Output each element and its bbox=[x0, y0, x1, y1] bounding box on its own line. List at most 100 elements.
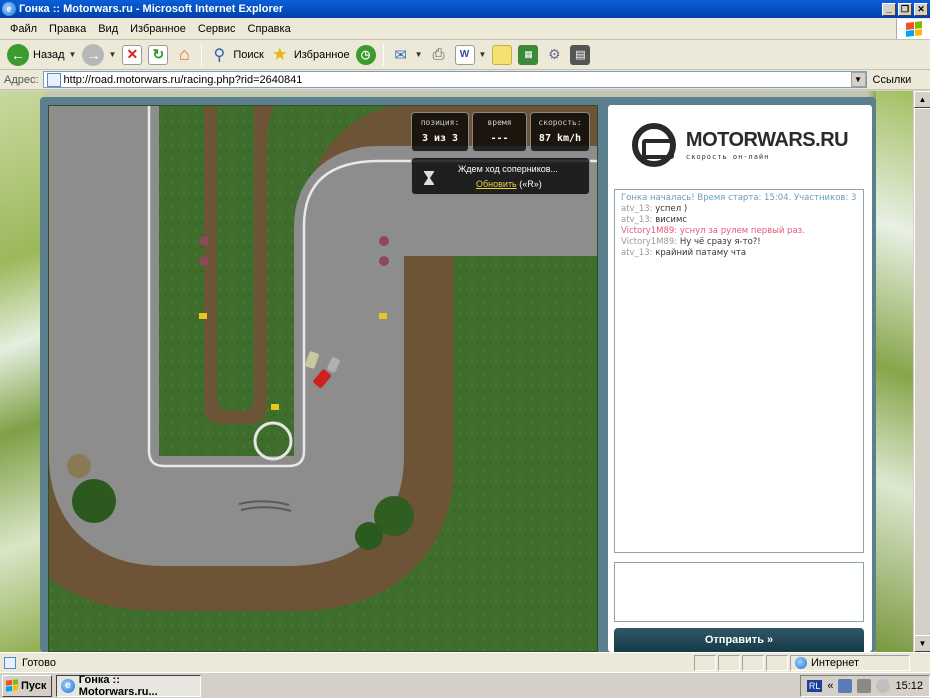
chat-nick[interactable]: Victory1M89: bbox=[621, 226, 677, 236]
page-content: позиция: 3 из 3 время --- скорость: 87 k… bbox=[0, 91, 913, 652]
internet-globe-icon bbox=[795, 656, 807, 669]
tools-button[interactable]: ▤ bbox=[567, 42, 593, 68]
forward-button[interactable]: → ▼ bbox=[79, 42, 119, 68]
waiting-text: Ждем ход соперников... bbox=[458, 164, 559, 174]
chat-message: atv_13: крайний патаму чта bbox=[621, 248, 857, 259]
chat-text: уснул за рулем первый раз. bbox=[679, 226, 805, 236]
home-button[interactable]: ⌂ bbox=[171, 42, 197, 68]
edit-button[interactable]: W ▼ bbox=[452, 42, 490, 68]
favorites-label: Избранное bbox=[293, 48, 350, 61]
menu-tools[interactable]: Сервис bbox=[192, 23, 242, 35]
left-decoration bbox=[0, 91, 44, 652]
scroll-down-icon[interactable]: ▼ bbox=[914, 635, 930, 652]
stop-icon: ✕ bbox=[122, 44, 143, 65]
history-button[interactable]: ◷ bbox=[353, 42, 379, 68]
chat-nick[interactable]: atv_13: bbox=[621, 248, 653, 258]
vertical-scrollbar[interactable]: ▲ ▼ bbox=[913, 91, 930, 652]
tray-app-icon[interactable] bbox=[876, 678, 891, 693]
history-icon: ◷ bbox=[355, 44, 376, 65]
messenger-button[interactable]: ▦ bbox=[515, 42, 541, 68]
address-field[interactable]: http://road.motorwars.ru/racing.php?rid=… bbox=[42, 71, 867, 88]
start-windows-icon bbox=[6, 679, 18, 692]
motorwars-logo-icon bbox=[631, 123, 676, 167]
links-button[interactable]: Ссылки bbox=[873, 74, 912, 86]
menu-favorites[interactable]: Избранное bbox=[124, 23, 192, 35]
restore-button[interactable]: ❐ bbox=[898, 2, 912, 16]
notes-button[interactable] bbox=[489, 42, 515, 68]
start-button[interactable]: Пуск bbox=[2, 674, 52, 697]
chat-nick[interactable]: Victory1M89: bbox=[621, 237, 677, 247]
logo-name: MOTORWARS.RU bbox=[685, 129, 849, 151]
forward-dropdown-icon[interactable]: ▼ bbox=[108, 50, 116, 59]
tray-expand-icon[interactable]: « bbox=[827, 680, 833, 692]
status-cell bbox=[694, 654, 716, 671]
favorites-button[interactable]: ★ Избранное bbox=[267, 42, 353, 68]
tools-icon: ▤ bbox=[570, 44, 591, 65]
taskbar-ie-window[interactable]: e Гонка :: Motorwars.ru... bbox=[56, 673, 201, 698]
clock: 15:12 bbox=[895, 679, 923, 692]
zone-label: Интернет bbox=[811, 656, 859, 669]
motorwars-logo[interactable]: MOTORWARS.RU скорость он-лайн bbox=[608, 105, 872, 185]
ie-taskbar-icon: e bbox=[61, 678, 75, 693]
hud-position-label: позиция: bbox=[420, 118, 460, 127]
logo-tagline: скорость он-лайн bbox=[685, 153, 770, 161]
back-dropdown-icon[interactable]: ▼ bbox=[69, 50, 77, 59]
chat-panel: MOTORWARS.RU скорость он-лайн Гонка нача… bbox=[608, 105, 872, 652]
toolbar-separator bbox=[201, 43, 203, 66]
mail-dropdown-icon[interactable]: ▼ bbox=[415, 50, 423, 59]
refresh-link[interactable]: Обновить bbox=[476, 179, 517, 189]
send-button[interactable]: Отправить » bbox=[614, 628, 864, 652]
menu-view[interactable]: Вид bbox=[92, 23, 124, 35]
chat-nick[interactable]: atv_13: bbox=[621, 204, 653, 214]
waiting-panel: Ждем ход соперников... Обновить («R») bbox=[411, 157, 590, 195]
menu-file[interactable]: Файл bbox=[4, 23, 43, 35]
chat-nick[interactable]: atv_13: bbox=[621, 215, 653, 225]
home-icon: ⌂ bbox=[178, 44, 190, 64]
hud-speed-label: скорость: bbox=[538, 118, 582, 127]
print-button[interactable]: ⎙ bbox=[426, 42, 452, 68]
security-zone: Интернет bbox=[790, 654, 910, 671]
mail-icon: ✉ bbox=[394, 46, 407, 64]
task-label: Гонка :: Motorwars.ru... bbox=[78, 673, 158, 698]
stop-button[interactable]: ✕ bbox=[119, 42, 145, 68]
address-dropdown-icon[interactable]: ▼ bbox=[850, 72, 866, 87]
hourglass-icon bbox=[424, 171, 434, 185]
refresh-button[interactable]: ↻ bbox=[145, 42, 171, 68]
menu-edit[interactable]: Правка bbox=[43, 23, 92, 35]
hud-time-label: время bbox=[487, 118, 512, 127]
chat-log[interactable]: Гонка началась! Время старта: 15:04. Уча… bbox=[614, 189, 864, 553]
favorites-star-icon: ★ bbox=[271, 44, 288, 64]
page-status-icon bbox=[4, 656, 16, 669]
hud-speed-value: 87 km/h bbox=[538, 133, 582, 144]
volume-icon[interactable] bbox=[857, 678, 872, 693]
chat-text: Ну чё сразу я-то?! bbox=[679, 237, 761, 247]
forward-arrow-icon: → bbox=[82, 43, 105, 66]
close-button[interactable]: ✕ bbox=[914, 2, 928, 16]
status-bar: Готово Интернет bbox=[0, 652, 930, 672]
address-url[interactable]: http://road.motorwars.ru/racing.php?rid=… bbox=[64, 74, 851, 86]
address-label: Адрес: bbox=[4, 73, 39, 86]
window-title-bar: e Гонка :: Motorwars.ru - Microsoft Inte… bbox=[0, 0, 930, 18]
status-text: Готово bbox=[22, 656, 56, 669]
language-indicator[interactable]: RL bbox=[806, 679, 823, 692]
mail-button[interactable]: ✉ ▼ bbox=[388, 42, 426, 68]
edit-dropdown-icon[interactable]: ▼ bbox=[479, 50, 487, 59]
refresh-row: Обновить («R») bbox=[476, 179, 542, 189]
chat-message: Victory1M89: уснул за рулем первый раз. bbox=[621, 226, 857, 237]
status-cell bbox=[718, 654, 740, 671]
scroll-up-icon[interactable]: ▲ bbox=[914, 91, 930, 108]
back-button[interactable]: ← Назад ▼ bbox=[4, 42, 79, 68]
network-icon[interactable] bbox=[838, 678, 853, 693]
search-button[interactable]: ⚲ Поиск bbox=[206, 42, 266, 68]
chat-input[interactable] bbox=[614, 562, 864, 622]
system-tray: RL « 15:12 bbox=[799, 674, 930, 697]
race-track-view[interactable]: позиция: 3 из 3 время --- скорость: 87 k… bbox=[48, 105, 598, 652]
chat-message: atv_13: успел ) bbox=[621, 204, 857, 215]
back-arrow-icon: ← bbox=[7, 43, 29, 66]
menu-help[interactable]: Справка bbox=[242, 23, 297, 35]
research-button[interactable]: ⚙ bbox=[541, 42, 567, 68]
hud-time: время --- bbox=[472, 112, 527, 152]
menu-bar: Файл Правка Вид Избранное Сервис Справка bbox=[0, 18, 930, 40]
scroll-thumb[interactable] bbox=[914, 108, 930, 638]
minimize-button[interactable]: _ bbox=[882, 2, 896, 16]
